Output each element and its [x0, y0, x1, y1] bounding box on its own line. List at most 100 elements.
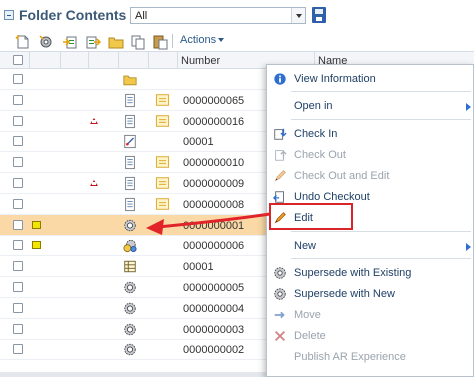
column-divider[interactable]	[60, 52, 61, 69]
menu-item-view-information[interactable]: View Information	[267, 69, 473, 90]
row-checkbox[interactable]	[13, 219, 23, 230]
row-number[interactable]: 0000000008	[183, 199, 244, 211]
drawing-icon	[124, 135, 136, 149]
folder-icon[interactable]	[108, 34, 124, 50]
row-number[interactable]: 0000000004	[183, 303, 244, 315]
chevron-down-icon	[218, 38, 225, 43]
menu-item-label: Check In	[294, 128, 338, 140]
warning-icon	[90, 180, 98, 186]
delete-x-icon	[275, 331, 285, 341]
menu-divider	[291, 119, 471, 120]
menu-item-label: Supersede with Existing	[294, 267, 412, 279]
select-all-checkbox[interactable]	[13, 55, 23, 65]
part-gear-icon	[124, 344, 136, 356]
row-checkbox[interactable]	[13, 178, 23, 188]
row-number[interactable]: 0000000006	[183, 240, 244, 252]
toolbar-divider	[172, 34, 173, 48]
row-checkbox[interactable]	[13, 261, 23, 272]
checked-out-icon	[32, 220, 41, 229]
document-icon	[125, 93, 135, 107]
actions-menu-button[interactable]: Actions	[180, 34, 225, 46]
menu-item-label: Check Out and Edit	[294, 170, 390, 182]
column-divider[interactable]	[177, 52, 178, 69]
pencil-icon	[274, 170, 286, 182]
view-filter-select[interactable]: All	[130, 7, 306, 24]
collapse-icon[interactable]	[4, 10, 14, 20]
row-number[interactable]: 0000000003	[183, 324, 244, 336]
part-gear-icon	[124, 219, 136, 231]
menu-item-label: Open in	[294, 100, 333, 112]
row-number[interactable]: 0000000016	[183, 116, 244, 128]
menu-item-label: Publish AR Experience	[294, 351, 406, 363]
row-number[interactable]: 0000000005	[183, 282, 244, 294]
format-icon	[155, 177, 170, 189]
menu-item-delete[interactable]: Delete	[267, 326, 473, 347]
column-divider[interactable]	[118, 52, 119, 69]
row-checkbox[interactable]	[13, 240, 23, 251]
column-divider[interactable]	[29, 52, 30, 69]
settings-gear-icon[interactable]	[38, 34, 54, 50]
actions-label: Actions	[180, 34, 217, 46]
menu-item-check-out-and-edit[interactable]: Check Out and Edit	[267, 166, 473, 187]
copy-icon[interactable]	[130, 34, 146, 50]
check-out-icon	[275, 150, 287, 161]
menu-item-supersede-with-new[interactable]: Supersede with New	[267, 284, 473, 305]
row-number[interactable]: 00001	[183, 136, 214, 148]
toolbar: Actions	[0, 30, 474, 52]
row-number[interactable]: 0000000010	[183, 157, 244, 169]
column-divider[interactable]	[88, 52, 89, 69]
format-icon	[155, 156, 170, 168]
menu-item-open-in[interactable]: Open in	[267, 96, 473, 117]
warning-icon	[90, 117, 98, 124]
gear-icon	[274, 267, 286, 279]
menu-item-label: View Information	[294, 73, 376, 85]
submenu-arrow-icon	[466, 243, 471, 251]
save-view-icon[interactable]	[312, 7, 326, 23]
column-divider[interactable]	[148, 52, 149, 69]
row-checkbox[interactable]	[13, 282, 23, 292]
menu-item-check-out[interactable]: Check Out	[267, 145, 473, 166]
column-header-number[interactable]: Number	[181, 55, 220, 67]
row-number[interactable]: 0000000002	[183, 344, 244, 356]
document-icon	[125, 197, 135, 211]
row-checkbox[interactable]	[13, 115, 23, 126]
menu-item-new[interactable]: New	[267, 236, 473, 257]
part-gear-icon	[124, 281, 136, 294]
row-checkbox[interactable]	[13, 198, 23, 209]
row-number[interactable]: 0000000001	[183, 220, 244, 232]
horizontal-scrollbar[interactable]	[0, 372, 268, 377]
menu-item-publish-ar-experience[interactable]: Publish AR Experience	[267, 347, 473, 368]
filter-value: All	[135, 10, 148, 22]
row-number[interactable]: 00001	[183, 261, 214, 273]
menu-item-supersede-with-existing[interactable]: Supersede with Existing	[267, 263, 473, 284]
page-title: Folder Contents	[19, 7, 127, 23]
import-icon[interactable]	[62, 34, 78, 50]
row-checkbox[interactable]	[13, 94, 23, 105]
folder-contents-header: Folder Contents All	[0, 0, 474, 30]
info-icon	[274, 73, 286, 85]
row-checkbox[interactable]	[13, 157, 23, 168]
menu-divider	[291, 91, 471, 92]
paste-icon[interactable]	[152, 34, 168, 50]
row-number[interactable]: 0000000065	[183, 95, 244, 107]
menu-item-label: Undo Checkout	[294, 191, 370, 203]
menu-item-check-in[interactable]: Check In	[267, 124, 473, 145]
row-checkbox[interactable]	[13, 302, 23, 313]
chevron-down-icon[interactable]	[291, 8, 305, 23]
check-in-icon	[274, 128, 287, 140]
row-number[interactable]: 0000000009	[183, 178, 244, 190]
menu-item-label: Move	[294, 309, 321, 321]
export-icon[interactable]	[85, 34, 101, 50]
menu-item-label: Supersede with New	[294, 288, 395, 300]
row-checkbox[interactable]	[13, 323, 23, 334]
format-icon	[155, 94, 170, 106]
row-checkbox[interactable]	[13, 74, 23, 84]
undo-checkout-icon	[273, 191, 284, 203]
menu-item-move[interactable]: Move	[267, 305, 473, 326]
row-checkbox[interactable]	[13, 136, 23, 147]
format-icon	[155, 114, 170, 127]
folder-icon	[123, 75, 137, 86]
new-document-icon[interactable]	[15, 34, 31, 50]
row-checkbox[interactable]	[13, 344, 23, 355]
menu-item-label: Check Out	[294, 149, 346, 161]
